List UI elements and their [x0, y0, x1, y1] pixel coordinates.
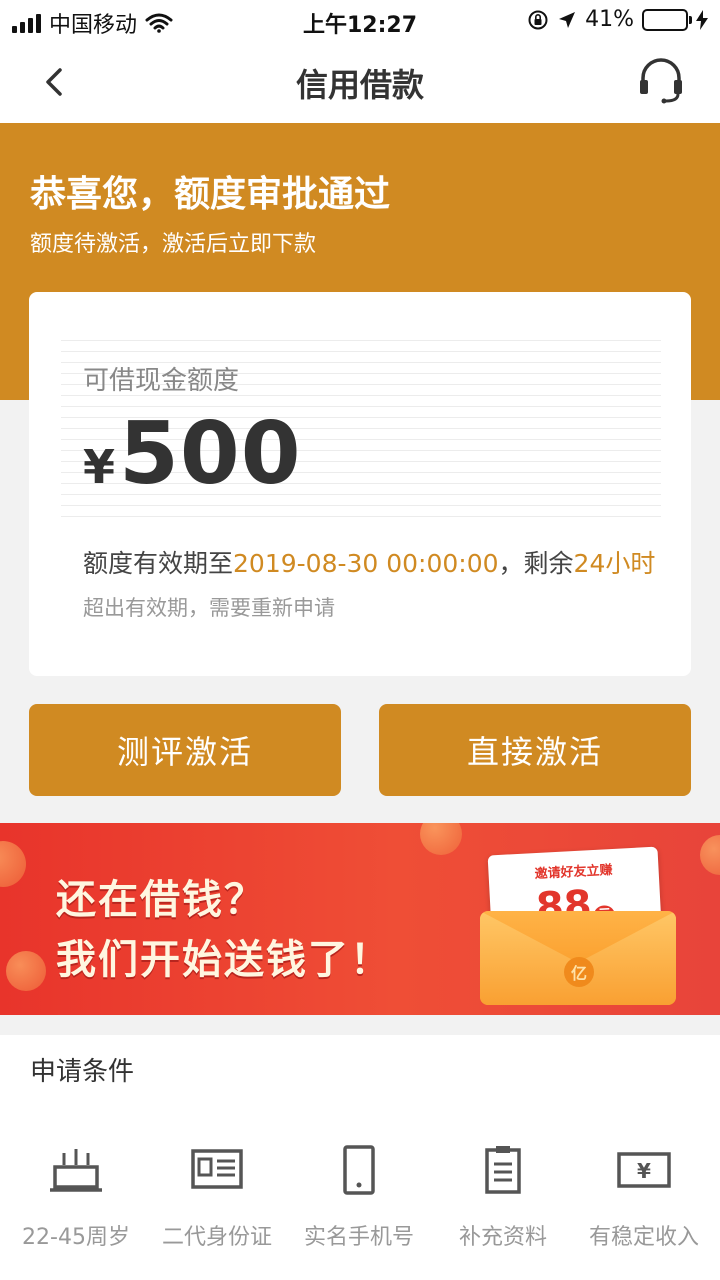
- condition-age: 22-45周岁: [4, 1145, 148, 1251]
- battery-icon: [642, 8, 692, 31]
- approval-title: 恭喜您，额度审批通过: [30, 174, 391, 215]
- validity-remaining: 24小时: [573, 549, 656, 578]
- coin-decoration: [6, 951, 46, 991]
- yen-bill-icon: ¥: [617, 1152, 671, 1188]
- credit-amount: ¥ 500: [83, 404, 302, 504]
- promo-line-1: 还在借钱？: [56, 877, 266, 923]
- condition-id-card: 二代身份证: [145, 1145, 289, 1251]
- validity-date: 2019-08-30 00:00:00: [233, 549, 499, 578]
- credit-card: 可借现金额度 ¥ 500 额度有效期至2019-08-30 00:00:00，剩…: [29, 292, 691, 676]
- currency-symbol: ¥: [83, 440, 116, 494]
- headset-icon[interactable]: [636, 58, 686, 104]
- location-arrow-icon: [559, 11, 576, 28]
- condition-label: 实名手机号: [303, 1225, 414, 1250]
- application-conditions: 申请条件 22-45周岁 二代身份证 实名手机号 补充资料 ¥ 有稳定收入: [0, 1035, 720, 1280]
- clipboard-icon: [485, 1146, 521, 1194]
- condition-label: 二代身份证: [161, 1225, 272, 1250]
- coin-decoration: [420, 823, 462, 855]
- condition-income: ¥ 有稳定收入: [572, 1145, 716, 1251]
- condition-documents: 补充资料: [431, 1145, 575, 1251]
- envelope-seal: 亿: [564, 957, 594, 987]
- page-title: 信用借款: [295, 66, 424, 104]
- condition-label: 22-45周岁: [22, 1225, 130, 1250]
- coin-decoration: [0, 841, 26, 887]
- condition-label: 补充资料: [458, 1225, 547, 1250]
- status-bar: 中国移动 上午12:27 41%: [0, 0, 720, 40]
- conditions-title: 申请条件: [30, 1057, 135, 1087]
- validity-text: 额度有效期至2019-08-30 00:00:00，剩余24小时: [83, 544, 655, 580]
- charging-bolt-icon: [696, 9, 708, 30]
- condition-label: 有稳定收入: [588, 1225, 699, 1250]
- red-envelope-icon: 邀请好友立赚 88元 亿: [468, 846, 690, 1009]
- evaluate-activate-button[interactable]: 测评激活: [29, 704, 341, 796]
- id-card-icon: [191, 1149, 243, 1189]
- status-right: 41%: [527, 7, 708, 32]
- validity-note: 超出有效期，需要重新申请: [83, 596, 335, 620]
- promo-line-2: 我们开始送钱了！: [56, 937, 392, 983]
- validity-mid: ，剩余: [498, 549, 574, 578]
- validity-prefix: 额度有效期至: [83, 549, 234, 578]
- battery-percent: 41%: [585, 7, 634, 32]
- orientation-lock-icon: [528, 10, 548, 29]
- promo-banner[interactable]: 还在借钱？ 我们开始送钱了！ 邀请好友立赚 88元 亿: [0, 823, 720, 1015]
- phone-icon: [343, 1145, 375, 1195]
- amount-value: 500: [119, 404, 302, 504]
- nav-bar: 信用借款: [0, 40, 720, 123]
- condition-phone: 实名手机号: [287, 1145, 431, 1251]
- svg-text:¥: ¥: [637, 1159, 651, 1183]
- cake-icon: [50, 1149, 102, 1192]
- coin-decoration: [700, 835, 720, 875]
- approval-subtitle: 额度待激活，激活后立即下款: [30, 232, 317, 257]
- credit-label: 可借现金额度: [83, 366, 240, 396]
- direct-activate-button[interactable]: 直接激活: [379, 704, 691, 796]
